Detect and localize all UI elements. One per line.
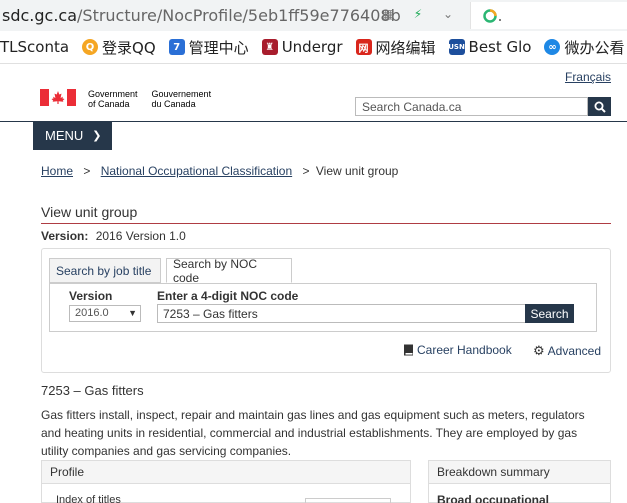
gov-en-line2: of Canada <box>88 99 130 109</box>
canada-flag-icon <box>40 89 76 106</box>
gov-name-french: Gouvernement du Canada <box>152 89 212 109</box>
bubble-icon: ∞ <box>544 39 561 55</box>
bookmark-label: 登录QQ <box>102 38 156 57</box>
noc-code-label: Enter a 4-digit NOC code <box>157 289 299 303</box>
dropdown-arrow-icon: ▼ <box>128 308 137 318</box>
breadcrumb-current: View unit group <box>315 164 399 178</box>
seven-icon: 7 <box>168 39 185 55</box>
bookmark-item[interactable]: ♜ Undergr <box>261 38 343 56</box>
search-engine-selector[interactable] <box>470 2 627 29</box>
version-select-value: 2016.0 <box>75 307 109 319</box>
lightning-icon[interactable]: ⚡ <box>410 6 426 22</box>
broad-occupational-label: Broad occupational <box>437 493 550 503</box>
version-line: Version: 2016 Version 1.0 <box>41 229 186 243</box>
menu-button[interactable]: MENU ❯ <box>33 121 112 150</box>
net-icon: 网 <box>355 39 372 55</box>
version-select[interactable]: 2016.0 ▼ <box>69 305 141 322</box>
breakdown-summary-panel: Breakdown summary Broad occupational <box>428 460 611 503</box>
qr-code-icon[interactable]: ▦ <box>380 6 396 22</box>
breadcrumb: Home > National Occupational Classificat… <box>41 164 398 178</box>
chevron-down-icon: ❯ <box>92 130 102 142</box>
unit-group-title: 7253 – Gas fitters <box>41 383 144 398</box>
career-handbook-label: Career Handbook <box>417 343 512 357</box>
qq-icon: Q <box>82 39 99 55</box>
noc-code-input[interactable]: 7253 – Gas fitters <box>157 304 526 323</box>
version-value: 2016 Version 1.0 <box>95 229 186 243</box>
menu-label: MENU <box>45 128 84 143</box>
advanced-label: Advanced <box>547 344 602 358</box>
version-label: Version: <box>41 229 89 243</box>
shield-icon: ♜ <box>261 39 278 55</box>
book-icon <box>404 344 413 356</box>
browser-toolbar: sdc.gc.ca/Structure/NocProfile/5eb1ff59e… <box>0 0 627 31</box>
breadcrumb-home[interactable]: Home <box>41 164 73 178</box>
bookmark-item[interactable]: 网网络编辑 <box>355 37 436 58</box>
breadcrumb-noc[interactable]: National Occupational Classification <box>101 164 292 178</box>
tab-search-by-job-title[interactable]: Search by job title <box>49 258 161 283</box>
bookmark-label: Best Glo <box>468 38 532 56</box>
tab-search-by-noc-code[interactable]: Search by NOC code <box>166 257 292 285</box>
bookmark-label: 网络编辑 <box>375 38 436 57</box>
unit-group-description: Gas fitters install, inspect, repair and… <box>41 408 585 458</box>
bookmark-item[interactable]: USN Best Glo <box>448 38 532 56</box>
address-bar-actions: ▦ ⚡ ⌄ <box>380 6 456 22</box>
search-icon <box>594 101 606 113</box>
bookmark-item[interactable]: ∞ 微办公看 <box>544 37 625 58</box>
version-select-label: Version <box>69 289 113 303</box>
site-search-input[interactable]: Search Canada.ca <box>355 97 588 116</box>
bookmark-item[interactable]: Q 登录QQ <box>82 37 156 58</box>
index-of-titles-toggle[interactable] <box>305 498 391 503</box>
bookmarks-bar: TLSconta Q 登录QQ 7 管理中心 ♜ Undergr 网网络编辑 USN B… <box>0 31 627 64</box>
breakdown-heading: Breakdown summary <box>429 461 610 484</box>
gov-name-english: Government of Canada <box>88 89 138 109</box>
bookmark-label: 微办公看 <box>564 38 625 57</box>
page-title: View unit group <box>41 204 611 224</box>
breadcrumb-separator: > <box>302 164 310 178</box>
gov-fr-line1: Gouvernement <box>151 89 212 99</box>
bookmark-item[interactable]: 7 管理中心 <box>168 37 249 58</box>
gov-en-line1: Government <box>88 89 138 99</box>
url-host: sdc.gc.ca <box>2 6 78 25</box>
career-handbook-link[interactable]: Career Handbook <box>403 343 512 357</box>
index-of-titles-label[interactable]: Index of titles <box>56 494 121 503</box>
bookmark-label: TLSconta <box>0 38 70 56</box>
breadcrumb-separator: > <box>83 164 91 178</box>
site-search-button[interactable] <box>588 97 611 116</box>
government-wordmark[interactable]: Government of Canada Gouvernement du Can… <box>40 89 225 109</box>
advanced-search-link[interactable]: ⚙ Advanced <box>533 343 601 359</box>
gov-fr-line2: du Canada <box>151 99 196 109</box>
bookmark-item[interactable]: TLSconta <box>0 38 69 56</box>
profile-heading: Profile <box>42 461 410 484</box>
language-toggle-link[interactable]: Français <box>565 70 611 84</box>
noc-search-button[interactable]: Search <box>525 304 574 323</box>
bookmark-label: 管理中心 <box>188 38 249 57</box>
bookmark-label: Undergr <box>281 38 343 56</box>
profile-panel: Profile Index of titles <box>41 460 411 503</box>
search-engine-icon <box>483 8 501 23</box>
usn-icon: USN <box>448 39 465 55</box>
url-path: /Structure/NocProfile/5eb1ff59e776408b <box>77 6 401 25</box>
gear-icon: ⚙ <box>533 343 545 358</box>
chevron-down-icon[interactable]: ⌄ <box>440 6 456 22</box>
